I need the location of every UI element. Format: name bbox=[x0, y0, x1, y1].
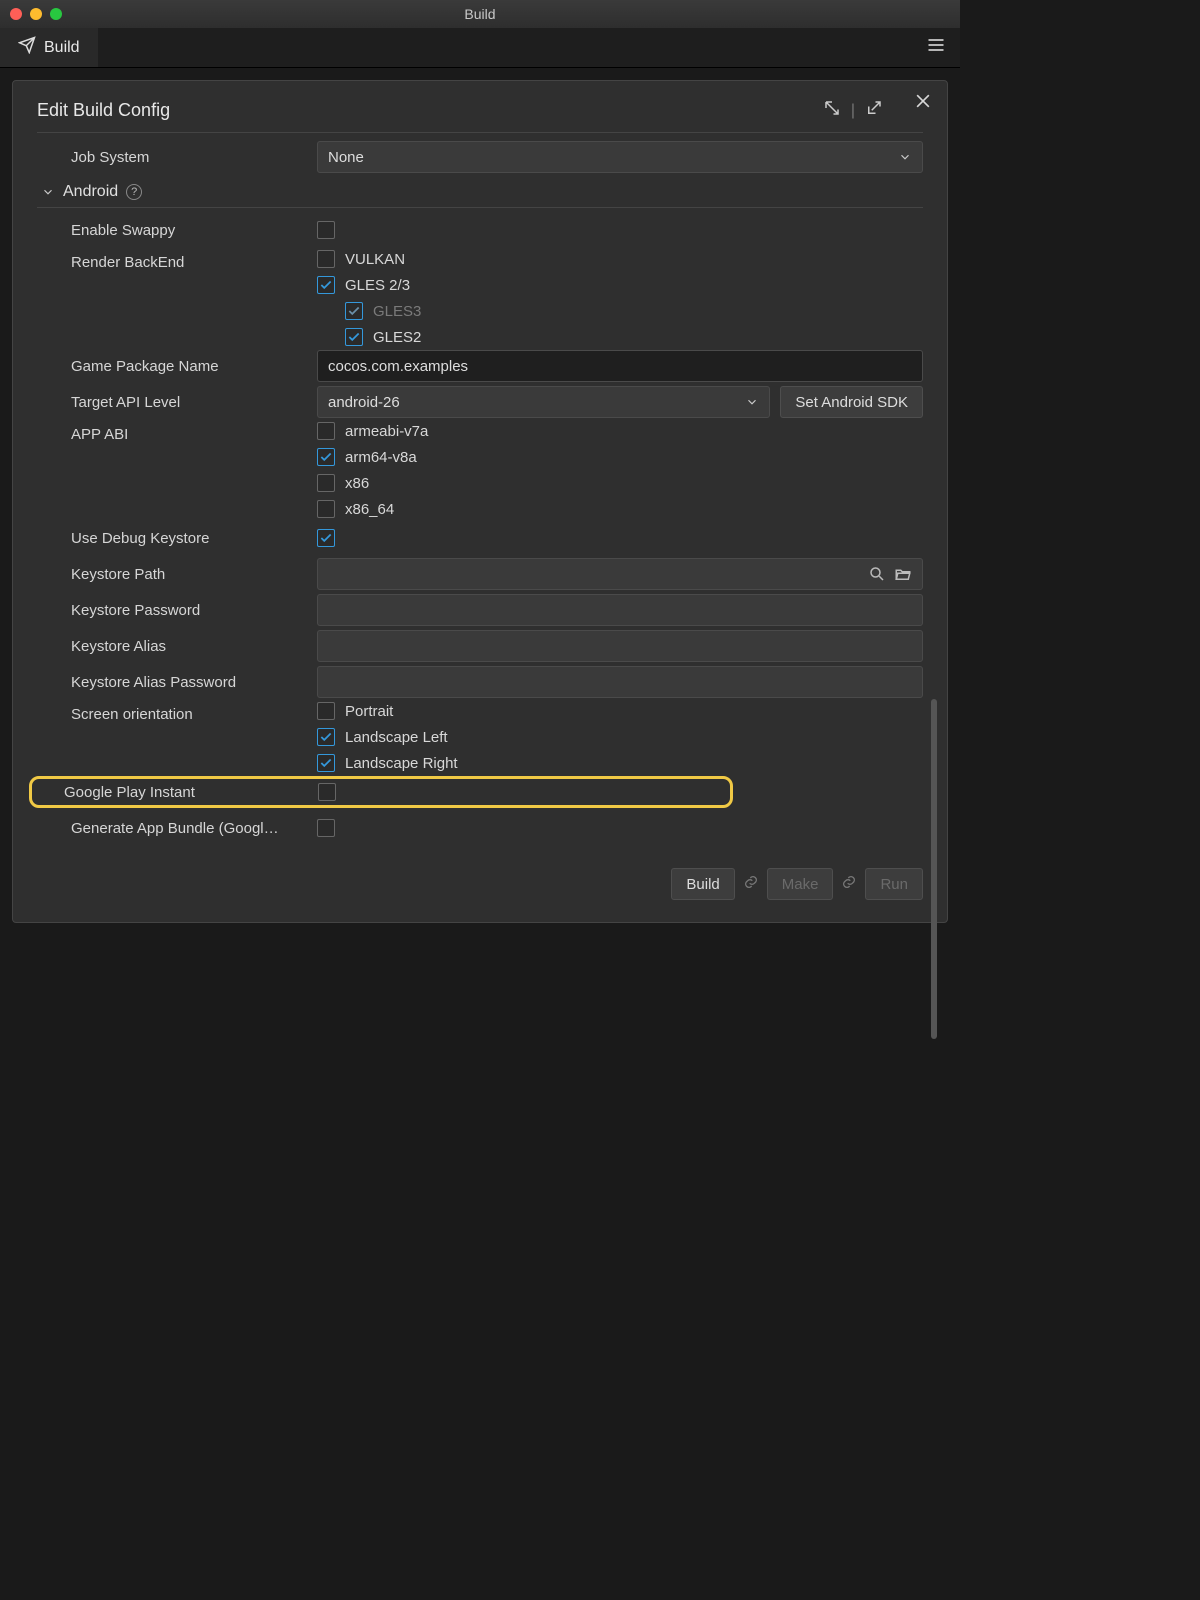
package-name-input[interactable]: cocos.com.examples bbox=[317, 350, 923, 382]
traffic-lights bbox=[10, 8, 62, 20]
make-button[interactable]: Make bbox=[767, 868, 834, 900]
gles3-checkbox[interactable] bbox=[345, 302, 363, 320]
link-icon bbox=[743, 874, 759, 895]
landscape-right-option: Landscape Right bbox=[345, 755, 458, 772]
keystore-alias-label: Keystore Alias bbox=[37, 638, 317, 655]
target-api-select[interactable]: android-26 bbox=[317, 386, 770, 418]
search-icon[interactable] bbox=[868, 565, 886, 583]
gles2-checkbox[interactable] bbox=[345, 328, 363, 346]
divider: | bbox=[851, 102, 855, 120]
tab-build[interactable]: Build bbox=[0, 28, 98, 67]
tabbar: Build bbox=[0, 28, 960, 68]
target-api-label: Target API Level bbox=[37, 394, 317, 411]
x86-64-option: x86_64 bbox=[345, 501, 394, 518]
x86-option: x86 bbox=[345, 475, 369, 492]
keystore-alias-input[interactable] bbox=[317, 630, 923, 662]
job-system-select[interactable]: None bbox=[317, 141, 923, 173]
menu-button[interactable] bbox=[912, 35, 960, 60]
import-icon[interactable] bbox=[823, 99, 841, 122]
gpi-checkbox[interactable] bbox=[318, 783, 336, 801]
chevron-down-icon bbox=[898, 150, 912, 164]
debug-keystore-checkbox[interactable] bbox=[317, 529, 335, 547]
arm64-option: arm64-v8a bbox=[345, 449, 417, 466]
package-name-label: Game Package Name bbox=[37, 358, 317, 375]
help-icon[interactable]: ? bbox=[126, 184, 142, 200]
scrollbar[interactable] bbox=[931, 699, 937, 1039]
folder-open-icon[interactable] bbox=[894, 565, 912, 583]
enable-swappy-checkbox[interactable] bbox=[317, 221, 335, 239]
app-abi-label: APP ABI bbox=[37, 422, 317, 443]
gles23-option: GLES 2/3 bbox=[345, 277, 410, 294]
armeabi-checkbox[interactable] bbox=[317, 422, 335, 440]
footer-actions: Build Make Run bbox=[37, 868, 923, 900]
chevron-down-icon bbox=[745, 395, 759, 409]
arm64-checkbox[interactable] bbox=[317, 448, 335, 466]
google-play-instant-row: Google Play Instant bbox=[29, 776, 733, 808]
paperplane-icon bbox=[18, 36, 36, 59]
link-icon bbox=[841, 874, 857, 895]
keystore-alias-pw-input[interactable] bbox=[317, 666, 923, 698]
run-button[interactable]: Run bbox=[865, 868, 923, 900]
build-config-panel: Edit Build Config | Job System None bbox=[12, 80, 948, 923]
job-system-label: Job System bbox=[37, 149, 317, 166]
portrait-checkbox[interactable] bbox=[317, 702, 335, 720]
render-backend-label: Render BackEnd bbox=[37, 250, 317, 271]
debug-keystore-label: Use Debug Keystore bbox=[37, 530, 317, 547]
app-bundle-label: Generate App Bundle (Googl… bbox=[37, 820, 317, 837]
titlebar: Build bbox=[0, 0, 960, 28]
gles23-checkbox[interactable] bbox=[317, 276, 335, 294]
orientation-label: Screen orientation bbox=[37, 702, 317, 723]
keystore-password-input[interactable] bbox=[317, 594, 923, 626]
form-body: Job System None Android ? Enable Swappy bbox=[37, 141, 923, 900]
section-android[interactable]: Android ? bbox=[37, 177, 923, 208]
keystore-password-label: Keystore Password bbox=[37, 602, 317, 619]
build-button[interactable]: Build bbox=[671, 868, 734, 900]
portrait-option: Portrait bbox=[345, 703, 393, 720]
landscape-left-option: Landscape Left bbox=[345, 729, 448, 746]
landscape-left-checkbox[interactable] bbox=[317, 728, 335, 746]
vulkan-checkbox[interactable] bbox=[317, 250, 335, 268]
app-bundle-checkbox[interactable] bbox=[317, 819, 335, 837]
tab-label: Build bbox=[44, 39, 80, 57]
export-icon[interactable] bbox=[865, 99, 883, 122]
close-panel-button[interactable] bbox=[913, 91, 933, 116]
gles2-option: GLES2 bbox=[373, 329, 421, 346]
enable-swappy-label: Enable Swappy bbox=[37, 222, 317, 239]
x86-64-checkbox[interactable] bbox=[317, 500, 335, 518]
keystore-alias-pw-label: Keystore Alias Password bbox=[37, 674, 317, 691]
maximize-window-button[interactable] bbox=[50, 8, 62, 20]
window-title: Build bbox=[0, 6, 960, 22]
x86-checkbox[interactable] bbox=[317, 474, 335, 492]
armeabi-option: armeabi-v7a bbox=[345, 423, 428, 440]
close-window-button[interactable] bbox=[10, 8, 22, 20]
chevron-down-icon bbox=[41, 185, 55, 199]
keystore-path-label: Keystore Path bbox=[37, 566, 317, 583]
set-android-sdk-button[interactable]: Set Android SDK bbox=[780, 386, 923, 418]
panel-title: Edit Build Config bbox=[37, 100, 170, 121]
minimize-window-button[interactable] bbox=[30, 8, 42, 20]
landscape-right-checkbox[interactable] bbox=[317, 754, 335, 772]
keystore-path-input[interactable] bbox=[317, 558, 923, 590]
gpi-label: Google Play Instant bbox=[38, 784, 318, 801]
vulkan-option: VULKAN bbox=[345, 251, 405, 268]
gles3-option: GLES3 bbox=[373, 303, 421, 320]
